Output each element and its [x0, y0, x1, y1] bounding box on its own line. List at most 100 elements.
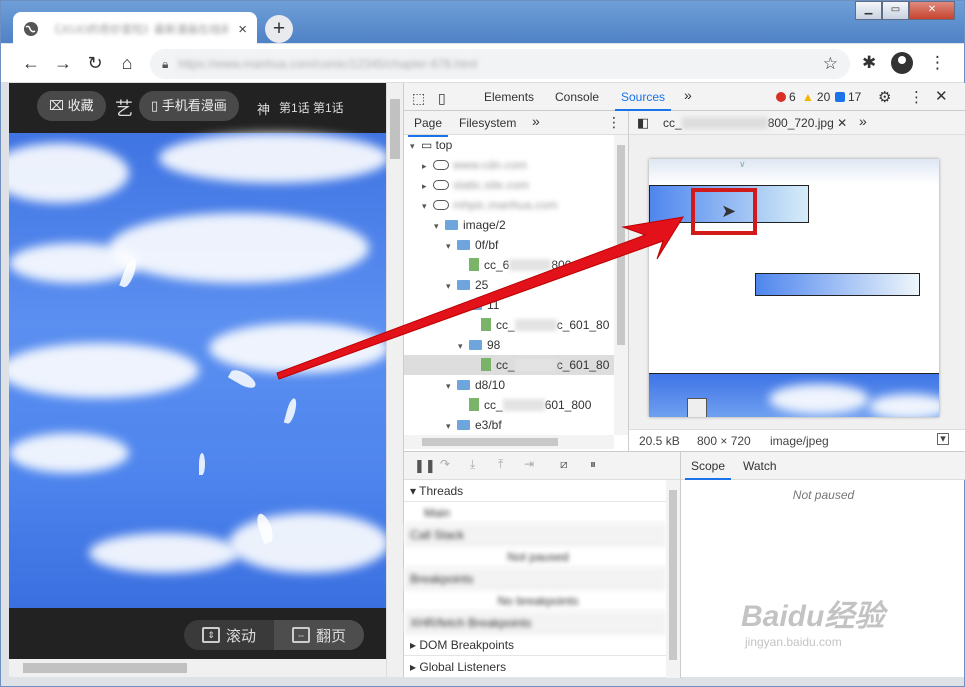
scroll-mode-button[interactable]: ⇕ 滚动	[184, 620, 274, 650]
error-count[interactable]: 6	[776, 90, 796, 104]
folder-icon	[457, 240, 470, 250]
tree-node[interactable]: ▾ 0f/bf	[404, 235, 614, 255]
info-count[interactable]: 17	[835, 90, 861, 104]
expanded-arrow-icon[interactable]: ▾	[410, 136, 421, 156]
step-out-icon[interactable]: ⤒	[498, 457, 503, 472]
menu-kebab-icon[interactable]: ⋮	[929, 53, 946, 73]
warning-count[interactable]: ▲ 20	[802, 90, 830, 104]
expanded-arrow-icon[interactable]: ▾	[458, 296, 469, 316]
tree-node[interactable]: ▸ www.cdn.com	[404, 155, 614, 175]
favorite-button[interactable]: ⌧ 收藏	[37, 91, 106, 121]
collapsed-arrow-icon[interactable]: ▸	[422, 176, 433, 196]
breakpoints-status: No breakpoints	[404, 590, 666, 612]
editor-file-tab[interactable]: cc_ 800_720.jpg ✕	[663, 116, 847, 130]
home-icon[interactable]: ⌂	[111, 53, 143, 74]
dom-breakpoints-section[interactable]: ▸ DOM Breakpoints	[404, 634, 666, 656]
expanded-arrow-icon[interactable]: ▾	[458, 336, 469, 356]
step-into-icon[interactable]: ⤓	[470, 457, 475, 472]
threads-section[interactable]: ▾ Threads	[404, 480, 666, 502]
expanded-arrow-icon[interactable]: ▾	[434, 216, 445, 236]
error-icon	[776, 92, 786, 102]
device-toggle-icon[interactable]: ▯	[438, 90, 446, 107]
tab-page[interactable]: Page	[407, 116, 449, 137]
tree-node[interactable]: cc_ c_601_80	[404, 315, 614, 335]
tab-scope[interactable]: Scope	[684, 459, 732, 480]
more-tabs-icon[interactable]: »	[684, 87, 692, 103]
mobile-read-button[interactable]: ▯ 手机看漫画	[139, 91, 239, 121]
collapsed-arrow-icon[interactable]: ▸	[422, 156, 433, 176]
navigator-more-icon[interactable]: »	[532, 113, 540, 129]
page-mode-label: 翻页	[315, 627, 346, 645]
tree-node[interactable]: ▾ mhpic.manhua.com	[404, 195, 614, 215]
forward-arrow-icon[interactable]: →	[47, 53, 79, 74]
tree-node[interactable]: ▾ d8/10	[404, 375, 614, 395]
close-window-button[interactable]: ✕	[909, 1, 955, 20]
bookmark-star-icon[interactable]: ☆	[823, 54, 838, 74]
expanded-arrow-icon[interactable]: ▾	[446, 376, 457, 396]
deactivate-breakpoints-icon[interactable]: ⧄	[560, 457, 568, 472]
call-stack-section[interactable]: Call Stack	[404, 524, 666, 546]
xhr-breakpoints-section[interactable]: XHR/fetch Breakpoints	[404, 612, 666, 634]
tree-node[interactable]: ▾ e3/bf	[404, 415, 614, 435]
page-horizontal-scrollbar[interactable]	[9, 659, 386, 677]
breakpoints-section[interactable]: Breakpoints	[404, 568, 666, 590]
settings-gear-icon[interactable]: ⚙	[878, 88, 891, 106]
reading-mode-toggle: ⇕ 滚动 ⇔ 翻页	[184, 620, 364, 650]
tab-filesystem[interactable]: Filesystem	[459, 116, 516, 130]
tab-sources[interactable]: Sources	[614, 90, 672, 111]
browser-tab[interactable]: 《JOJO的奇妙冒险》最新漫画在线阅读 ×	[13, 12, 257, 46]
thread-main[interactable]: Main	[404, 502, 666, 524]
tab-console[interactable]: Console	[555, 90, 599, 104]
tree-node[interactable]: ▾ 98	[404, 335, 614, 355]
tree-node-label: cc_	[496, 358, 515, 372]
navigator-menu-icon[interactable]: ⋮	[607, 114, 621, 131]
address-bar[interactable]: 🔒︎ https://www.manhua.com/comic/12345/ch…	[150, 49, 850, 79]
page-mode-button[interactable]: ⇔ 翻页	[274, 620, 364, 650]
tree-node[interactable]: cc_ c_601_80	[404, 355, 614, 375]
tree-vertical-scrollbar[interactable]	[614, 135, 628, 435]
step-icon[interactable]: ⇥	[524, 457, 534, 471]
expanded-arrow-icon[interactable]: ▾	[446, 276, 457, 296]
maximize-button[interactable]: ▭	[882, 1, 909, 20]
pause-exceptions-icon[interactable]: ⏸	[590, 457, 596, 472]
reload-icon[interactable]: ↻	[79, 53, 111, 74]
header-text-2: 神	[257, 102, 271, 117]
inspect-element-icon[interactable]: ⬚	[412, 90, 425, 107]
tree-node[interactable]: ▾ image/2	[404, 215, 614, 235]
page-vertical-scrollbar[interactable]	[386, 83, 403, 677]
extensions-icon[interactable]: ✱	[862, 53, 876, 73]
frame-icon: ▭	[421, 138, 436, 152]
tree-horizontal-scrollbar[interactable]	[404, 435, 614, 449]
blurred-segment	[502, 399, 545, 411]
editor-more-icon[interactable]: »	[859, 113, 867, 129]
new-tab-button[interactable]: +	[265, 15, 293, 43]
devtools-close-icon[interactable]: ✕	[935, 87, 948, 105]
debugger-scrollbar[interactable]	[666, 480, 680, 678]
expanded-arrow-icon[interactable]: ▾	[422, 196, 433, 216]
expanded-arrow-icon[interactable]: ▾	[446, 416, 457, 435]
format-icon[interactable]: ▾	[937, 433, 949, 445]
tab-watch[interactable]: Watch	[743, 459, 777, 473]
tab-elements[interactable]: Elements	[484, 90, 534, 104]
expanded-arrow-icon[interactable]: ▾	[446, 236, 457, 256]
chapter-breadcrumb[interactable]: 第1话 第1话	[279, 99, 344, 116]
devtools-menu-icon[interactable]: ⋮	[909, 88, 924, 106]
comic-image	[9, 133, 386, 608]
back-arrow-icon[interactable]: ←	[15, 53, 47, 74]
step-over-icon[interactable]: ↷	[440, 457, 450, 471]
pause-icon[interactable]: ❚❚	[414, 458, 436, 474]
profile-avatar[interactable]	[891, 52, 913, 74]
tree-node[interactable]: ▾ 25	[404, 275, 614, 295]
tab-close-icon[interactable]: ×	[238, 21, 247, 38]
tree-node[interactable]: cc_ 601_800	[404, 395, 614, 415]
tree-node[interactable]: ▾ 11	[404, 295, 614, 315]
image-file-icon	[481, 318, 491, 331]
editor-tab-close-icon[interactable]: ✕	[837, 116, 847, 130]
global-listeners-section[interactable]: ▸ Global Listeners	[404, 656, 666, 678]
toggle-navigator-icon[interactable]: ◧	[637, 115, 649, 131]
tree-node[interactable]: ▸ static.site.com	[404, 175, 614, 195]
minimize-button[interactable]: ▁	[855, 1, 882, 20]
tree-node[interactable]: ▾ ▭ top	[404, 135, 614, 155]
blurred-segment	[514, 319, 557, 331]
tree-node[interactable]: cc_6 800_	[404, 255, 614, 275]
